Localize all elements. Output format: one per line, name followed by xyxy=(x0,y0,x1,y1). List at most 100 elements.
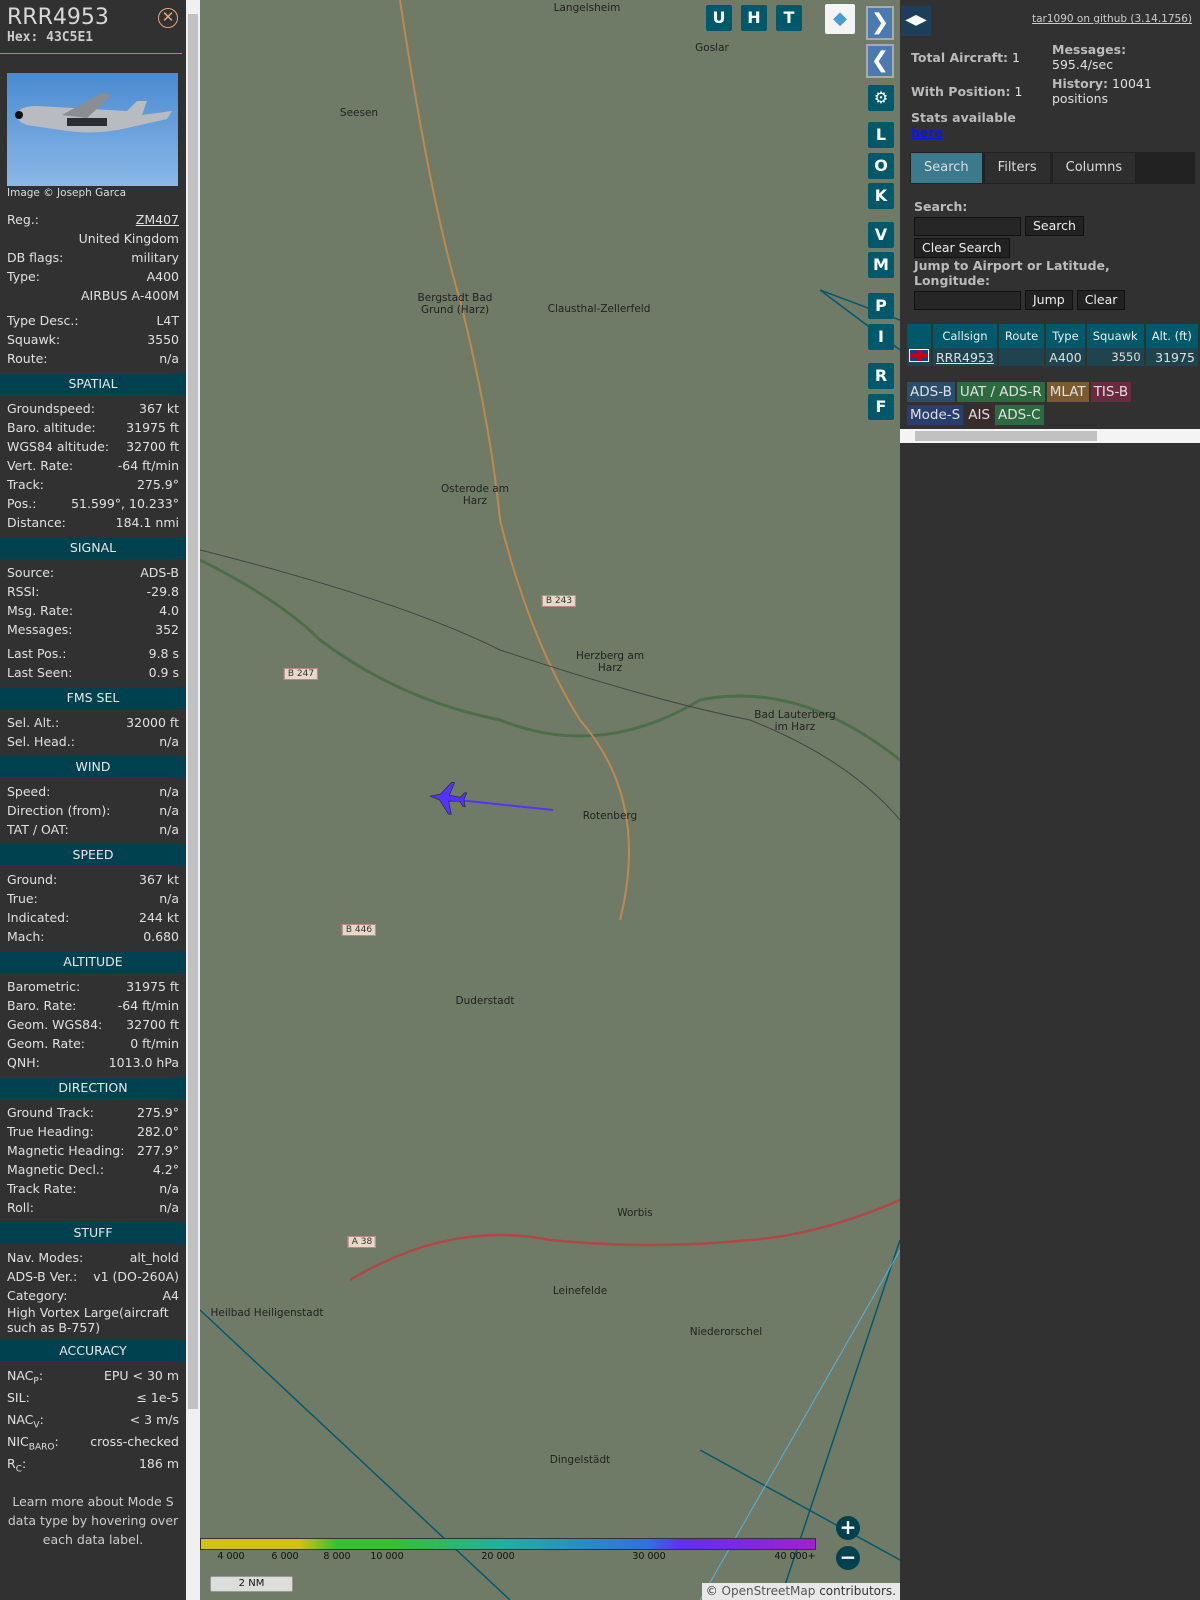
data-label[interactable]: Indicated: xyxy=(7,908,69,927)
source-badge: UAT / ADS-R xyxy=(956,382,1045,402)
data-label[interactable]: Messages: xyxy=(7,620,73,639)
table-horizontal-scrollbar[interactable] xyxy=(900,429,1200,443)
column-header[interactable]: Callsign xyxy=(933,324,997,348)
data-value: n/a xyxy=(159,1181,179,1196)
data-label[interactable]: Barometric: xyxy=(7,977,80,996)
data-label[interactable]: Last Pos.: xyxy=(7,644,66,663)
data-label[interactable]: Baro. altitude: xyxy=(7,418,96,437)
search-input[interactable] xyxy=(914,216,1021,236)
data-label[interactable]: Ground Track: xyxy=(7,1103,94,1122)
map-button-p[interactable]: P xyxy=(868,293,894,319)
info-label: DB flags: xyxy=(7,250,64,265)
tab-columns[interactable]: Columns xyxy=(1052,153,1136,183)
map-button-m[interactable]: M xyxy=(868,252,894,278)
data-label[interactable]: NACP: xyxy=(7,1366,43,1388)
clear-button[interactable]: Clear xyxy=(1076,290,1126,310)
map-button-u[interactable]: U xyxy=(706,5,732,31)
data-label[interactable]: Category: xyxy=(7,1286,67,1305)
data-label[interactable]: Direction (from): xyxy=(7,801,111,820)
map-button-i[interactable]: I xyxy=(868,324,894,350)
map-button-h[interactable]: H xyxy=(741,5,767,31)
collapse-sidebar-button[interactable]: ❮ xyxy=(866,44,894,78)
data-label[interactable]: True: xyxy=(7,889,38,908)
jump-input[interactable] xyxy=(914,290,1021,310)
settings-button[interactable]: ⚙ xyxy=(868,85,894,111)
data-value: 0.680 xyxy=(143,929,179,944)
column-header[interactable]: Squawk xyxy=(1086,324,1144,348)
zoom-out-button[interactable]: − xyxy=(836,1546,860,1570)
data-label[interactable]: Last Seen: xyxy=(7,663,72,682)
data-label[interactable]: RSSI: xyxy=(7,582,39,601)
data-label[interactable]: Geom. Rate: xyxy=(7,1034,85,1053)
tab-search[interactable]: Search xyxy=(911,153,982,183)
map-button-k[interactable]: K xyxy=(868,183,894,209)
table-row[interactable]: RRR4953 A400 3550 31975 xyxy=(907,348,1200,366)
github-link[interactable]: tar1090 on github (3.14.1756) xyxy=(1032,13,1192,25)
data-label[interactable]: True Heading: xyxy=(7,1122,94,1141)
data-label[interactable]: WGS84 altitude: xyxy=(7,437,109,456)
map[interactable]: Langelsheim Goslar Seesen Bergstadt Bad Gru… xyxy=(200,0,900,1600)
data-label[interactable]: TAT / OAT: xyxy=(7,820,69,839)
column-header[interactable]: Alt. (ft) xyxy=(1145,324,1198,348)
data-label[interactable]: Magnetic Decl.: xyxy=(7,1160,104,1179)
data-row: Msg. Rate: 4.0 xyxy=(0,601,186,620)
osm-link[interactable]: OpenStreetMap xyxy=(722,1584,816,1598)
data-label[interactable]: Source: xyxy=(7,563,54,582)
data-label[interactable]: SIL: xyxy=(7,1388,30,1410)
jump-button[interactable]: Jump xyxy=(1024,290,1073,310)
stats-link[interactable]: here xyxy=(911,125,1016,140)
layers-button[interactable]: ◆ xyxy=(825,4,855,34)
data-label[interactable]: Speed: xyxy=(7,782,50,801)
data-label[interactable]: ADS-B Ver.: xyxy=(7,1267,77,1286)
search-button[interactable]: Search xyxy=(1024,216,1084,236)
with-position-label: With Position: xyxy=(911,84,1011,99)
learn-more-text: Learn more about Mode S data type by hov… xyxy=(7,1494,179,1547)
data-label[interactable]: NICBARO: xyxy=(7,1432,59,1454)
data-label[interactable]: Pos.: xyxy=(7,494,36,513)
data-label[interactable]: Sel. Alt.: xyxy=(7,713,59,732)
map-button-v[interactable]: V xyxy=(868,222,894,248)
column-header[interactable]: Type xyxy=(1046,324,1085,348)
toggle-panel-button[interactable]: ◀▶ xyxy=(901,6,931,36)
scrollbar-thumb[interactable] xyxy=(188,14,198,1409)
zoom-in-button[interactable]: + xyxy=(836,1516,860,1540)
map-button-t[interactable]: T xyxy=(776,5,802,31)
data-label[interactable]: Ground: xyxy=(7,870,57,889)
clear-search-button[interactable]: Clear Search xyxy=(914,238,1010,258)
close-icon[interactable]: ✕ xyxy=(158,8,178,28)
data-label[interactable]: Sel. Head.: xyxy=(7,732,75,751)
data-row: Geom. WGS84: 32700 ft xyxy=(0,1015,186,1034)
data-label[interactable]: QNH: xyxy=(7,1053,40,1072)
column-header[interactable]: Route xyxy=(998,324,1045,348)
expand-sidebar-button[interactable]: ❯ xyxy=(866,6,894,40)
data-label[interactable]: Roll: xyxy=(7,1198,34,1217)
map-button-o[interactable]: O xyxy=(868,153,894,179)
data-label[interactable]: Vert. Rate: xyxy=(7,456,73,475)
info-row: AIRBUS A-400M xyxy=(0,286,186,305)
column-header[interactable] xyxy=(907,324,931,348)
data-label[interactable]: Distance: xyxy=(7,513,66,532)
data-label[interactable]: Msg. Rate: xyxy=(7,601,73,620)
data-row: WGS84 altitude: 32700 ft xyxy=(0,437,186,456)
data-label[interactable]: Nav. Modes: xyxy=(7,1248,83,1267)
scale-tick-label: 20 000 xyxy=(481,1551,515,1562)
data-row: Track: 275.9° xyxy=(0,475,186,494)
map-button-r[interactable]: R xyxy=(868,363,894,389)
data-label[interactable]: Magnetic Heading: xyxy=(7,1141,124,1160)
data-label[interactable]: NACV: xyxy=(7,1410,44,1432)
data-label[interactable]: Track: xyxy=(7,475,44,494)
cell-callsign[interactable]: RRR4953 xyxy=(933,348,997,366)
info-value[interactable]: ZM407 xyxy=(136,210,179,229)
data-label[interactable]: Baro. Rate: xyxy=(7,996,76,1015)
data-label[interactable]: Geom. WGS84: xyxy=(7,1015,102,1034)
data-label[interactable]: Groundspeed: xyxy=(7,399,95,418)
tab-filters[interactable]: Filters xyxy=(984,153,1050,183)
data-label[interactable]: Mach: xyxy=(7,927,44,946)
data-label[interactable]: RC: xyxy=(7,1454,26,1476)
aircraft-photo[interactable] xyxy=(7,73,178,186)
map-button-l[interactable]: L xyxy=(868,122,894,148)
left-panel-scrollbar[interactable] xyxy=(186,0,200,1600)
category-description: High Vortex Large(aircraft such as B-757… xyxy=(7,1305,169,1335)
map-button-f[interactable]: F xyxy=(868,394,894,420)
data-label[interactable]: Track Rate: xyxy=(7,1179,77,1198)
